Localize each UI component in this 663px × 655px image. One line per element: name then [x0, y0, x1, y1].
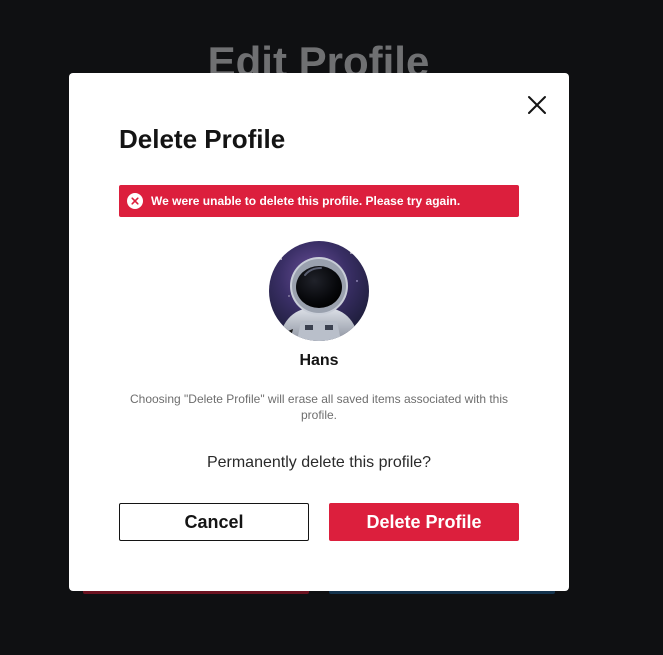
delete-profile-button[interactable]: Delete Profile [329, 503, 519, 541]
confirm-question: Permanently delete this profile? [206, 454, 432, 471]
error-circle-x-icon [127, 193, 143, 209]
profile-name: Hans [299, 352, 339, 369]
close-icon [528, 96, 546, 114]
error-banner: We were unable to delete this profile. P… [119, 185, 519, 217]
avatar [269, 241, 369, 341]
error-message: We were unable to delete this profile. P… [151, 194, 461, 208]
astronaut-avatar-image [269, 241, 369, 341]
delete-warning-text: Choosing "Delete Profile" will erase all… [129, 392, 509, 422]
cancel-button[interactable]: Cancel [119, 503, 309, 541]
dialog-title: Delete Profile [119, 124, 286, 154]
delete-profile-dialog: Delete Profile We were unable to delete … [69, 73, 569, 591]
close-button[interactable] [525, 93, 549, 117]
